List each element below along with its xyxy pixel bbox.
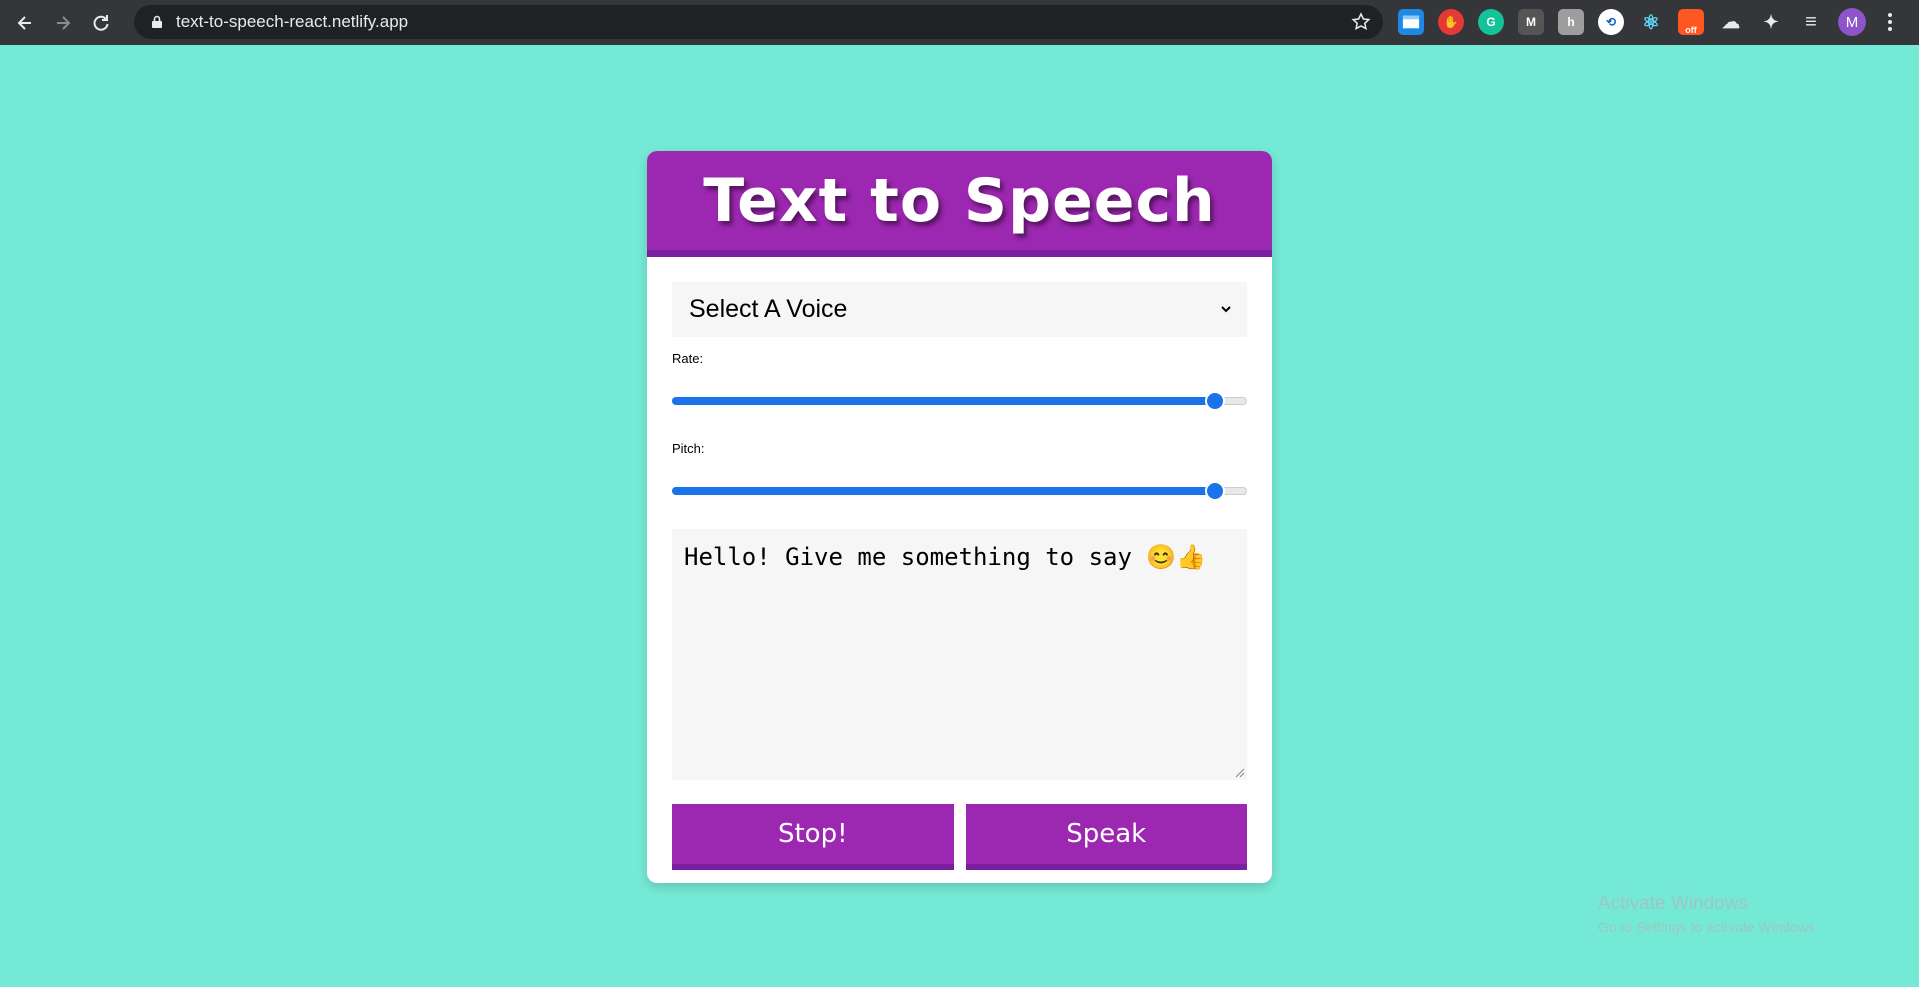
address-bar[interactable]: text-to-speech-react.netlify.app [134, 5, 1383, 39]
stop-button[interactable]: Stop! [672, 804, 954, 870]
forward-icon[interactable] [46, 6, 80, 40]
rate-slider[interactable] [672, 391, 1247, 411]
grammarly-icon[interactable]: G [1478, 9, 1504, 35]
page-title: Text to Speech [703, 165, 1216, 236]
activate-windows-watermark: Activate Windows Go to Settings to activ… [1598, 893, 1819, 935]
window-ext-icon[interactable] [1398, 9, 1424, 35]
rate-label: Rate: [672, 351, 704, 366]
speech-textarea-value: Hello! Give me something to say 😊👍 [684, 543, 1207, 571]
browser-toolbar: text-to-speech-react.netlify.app ✋ G M h… [0, 0, 1919, 45]
chevron-down-icon [1221, 306, 1231, 313]
react-devtools-icon[interactable]: ⚛ [1638, 9, 1664, 35]
speak-button[interactable]: Speak [965, 804, 1247, 870]
watermark-title: Activate Windows [1598, 893, 1748, 914]
pitch-slider-fill [672, 487, 1215, 495]
back-icon[interactable] [8, 6, 42, 40]
resize-handle-icon[interactable] [1233, 766, 1245, 778]
watermark-subtitle: Go to Settings to activate Windows. [1598, 919, 1819, 935]
pitch-slider[interactable] [672, 481, 1247, 501]
card-body: Select A Voice Rate: Pitch: Hello! Give … [647, 257, 1272, 870]
voice-select-value: Select A Voice [689, 295, 848, 323]
rate-slider-thumb[interactable] [1204, 391, 1225, 411]
off-ext-icon[interactable]: off [1678, 9, 1704, 35]
profile-avatar[interactable]: M [1838, 8, 1866, 36]
cloud-ext-icon[interactable]: ☁ [1718, 9, 1744, 35]
pitch-slider-thumb[interactable] [1204, 481, 1225, 501]
m-ext-icon[interactable]: M [1518, 9, 1544, 35]
reload-icon[interactable] [84, 6, 118, 40]
url-text[interactable]: text-to-speech-react.netlify.app [176, 12, 408, 32]
pitch-label: Pitch: [672, 441, 705, 456]
speech-textarea[interactable]: Hello! Give me something to say 😊👍 [672, 529, 1247, 780]
voice-select[interactable]: Select A Voice [672, 282, 1247, 337]
card-header: Text to Speech [647, 151, 1272, 257]
menu-kebab-icon[interactable] [1880, 9, 1900, 35]
bookmark-star-icon[interactable] [1351, 12, 1371, 32]
puzzle-icon[interactable]: ✦ [1758, 9, 1784, 35]
circle-ext-icon[interactable]: ⟲ [1598, 9, 1624, 35]
rate-slider-fill [672, 397, 1215, 405]
h-ext-icon[interactable]: h [1558, 9, 1584, 35]
playlist-icon[interactable]: ≡ [1798, 9, 1824, 35]
hand-stop-ext-icon[interactable]: ✋ [1438, 9, 1464, 35]
lock-icon [150, 15, 164, 29]
extensions-bar: ✋ G M h ⟲ ⚛ off ☁ ✦ ≡ M [1398, 6, 1900, 38]
tts-card: Text to Speech Select A Voice Rate: Pitc… [647, 151, 1272, 883]
action-buttons: Stop! Speak [672, 804, 1247, 870]
